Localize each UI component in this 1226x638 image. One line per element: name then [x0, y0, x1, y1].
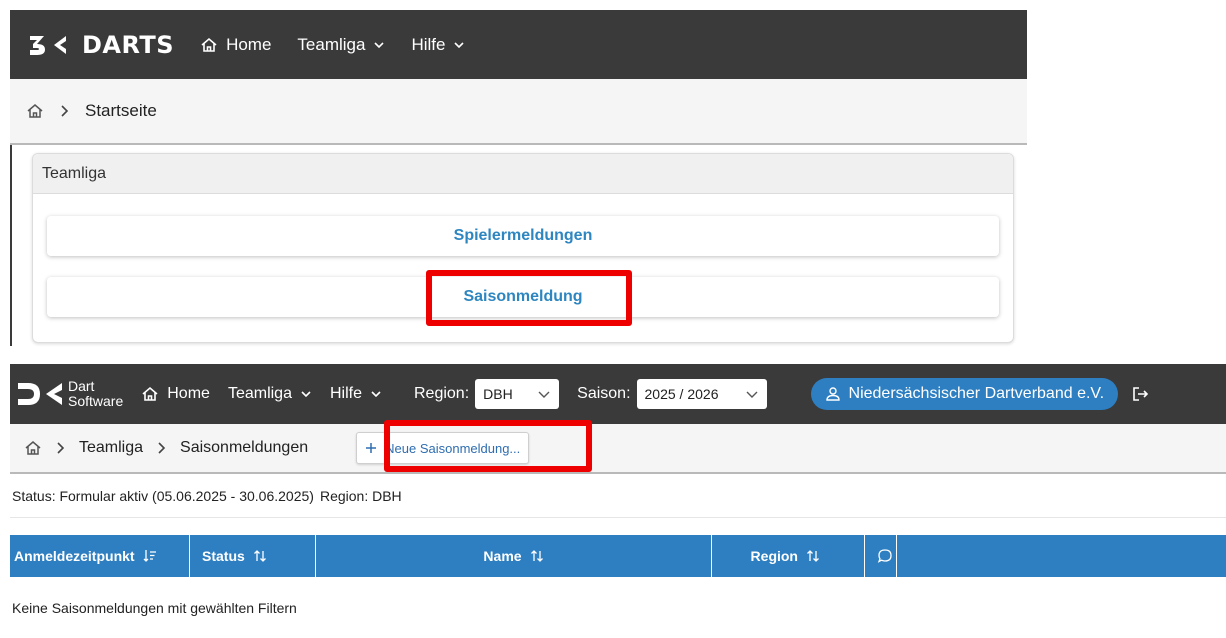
column-label: Status	[202, 548, 245, 564]
home-icon	[201, 37, 217, 52]
neue-saisonmeldung-label: Neue Saisonmeldung...	[385, 440, 521, 456]
region-select[interactable]: DBH	[475, 379, 560, 409]
spielermeldungen-button[interactable]: Spielermeldungen	[47, 216, 999, 256]
comment-icon	[877, 549, 892, 563]
nav-home-label: Home	[167, 385, 210, 402]
breadcrumb-current: Startseite	[85, 101, 157, 120]
nav-home[interactable]: Home	[141, 385, 210, 403]
nav-teamliga-label: Teamliga	[227, 385, 292, 402]
column-anmeldezeitpunkt[interactable]: Anmeldezeitpunkt	[10, 535, 190, 577]
nav-hilfe[interactable]: Hilfe	[411, 35, 465, 55]
sort-icon	[807, 550, 819, 562]
brand-logo[interactable]: Dart Software	[16, 379, 123, 409]
logo-text: Dart Software	[68, 379, 123, 409]
breadcrumb: Startseite	[10, 79, 1027, 145]
home-icon[interactable]	[26, 103, 44, 119]
status-text: Status: Formular aktiv (05.06.2025 - 30.…	[12, 487, 314, 504]
nav-hilfe[interactable]: Hilfe	[330, 385, 382, 403]
column-comment[interactable]	[865, 535, 897, 577]
column-region[interactable]: Region	[712, 535, 865, 577]
saison-select-value: 2025 / 2026	[644, 386, 719, 402]
home-icon	[142, 386, 158, 401]
breadcrumb: Teamliga Saisonmeldungen Neue Saisonmeld…	[10, 424, 1226, 474]
column-status[interactable]: Status	[190, 535, 316, 577]
plus-icon	[366, 443, 377, 453]
teamliga-card: Teamliga Spielermeldungen Saisonmeldung	[32, 153, 1014, 343]
neue-saisonmeldung-button[interactable]: Neue Saisonmeldung...	[356, 432, 530, 464]
sort-icon	[253, 550, 266, 562]
nav-teamliga[interactable]: Teamliga	[297, 35, 385, 55]
chevron-right-icon	[158, 442, 166, 454]
saisonmeldung-button[interactable]: Saisonmeldung	[47, 277, 999, 317]
sort-icon	[530, 550, 543, 562]
brand-name: DARTS	[82, 30, 175, 59]
user-name: Niedersächsischer Dartverband e.V.	[848, 385, 1105, 402]
region-label: Region:	[413, 385, 470, 402]
nav-home-label: Home	[226, 34, 272, 54]
chevron-down-icon	[374, 41, 385, 48]
card-title: Teamliga	[33, 154, 1013, 194]
home-icon[interactable]	[24, 440, 42, 456]
chevron-down-icon	[746, 391, 758, 398]
user-menu-button[interactable]: Niedersächsischer Dartverband e.V.	[810, 378, 1119, 410]
logo-line1: Dart	[68, 378, 95, 394]
screen-saisonmeldungen: Dart Software Home Teamliga Hilfe Region…	[10, 364, 1226, 638]
top-navbar: Dart Software Home Teamliga Hilfe Region…	[10, 364, 1226, 424]
logo-line2: Software	[68, 393, 124, 409]
chevron-down-icon	[538, 391, 550, 398]
table-header: Anmeldezeitpunkt Status Name Region	[10, 535, 1226, 577]
column-label: Anmeldezeitpunkt	[14, 548, 135, 564]
breadcrumb-teamliga[interactable]: Teamliga	[79, 439, 143, 457]
logout-icon[interactable]	[1132, 386, 1150, 402]
chevron-right-icon	[57, 442, 65, 454]
nav-teamliga-label: Teamliga	[297, 34, 366, 54]
chevron-down-icon	[371, 391, 381, 398]
breadcrumb-saisonmeldungen: Saisonmeldungen	[180, 439, 309, 456]
region-select-value: DBH	[483, 386, 513, 402]
chevron-down-icon	[301, 391, 311, 398]
user-icon	[825, 387, 840, 401]
screen-startseite: DARTS Home Teamliga Hilfe Startseite Tea…	[10, 10, 1027, 346]
status-region: Region: DBH	[319, 487, 402, 504]
column-label: Name	[483, 548, 522, 564]
brand-logo[interactable]: DARTS	[28, 31, 174, 59]
nav-hilfe-label: Hilfe	[411, 34, 446, 54]
dk-logo-icon	[18, 383, 62, 405]
saison-label: Saison:	[577, 385, 631, 402]
divider	[10, 145, 12, 346]
nav-hilfe-label: Hilfe	[329, 385, 362, 402]
empty-table-message: Keine Saisonmeldungen mit gewählten Filt…	[12, 600, 297, 616]
nav-home[interactable]: Home	[200, 35, 271, 55]
column-label: Region	[750, 548, 798, 564]
status-bar: Status: Formular aktiv (05.06.2025 - 30.…	[10, 474, 1226, 518]
3k-logo-icon	[30, 35, 66, 55]
column-filler	[897, 535, 1226, 577]
top-navbar: DARTS Home Teamliga Hilfe	[10, 10, 1027, 79]
sort-descending-icon	[143, 550, 156, 562]
saison-select[interactable]: 2025 / 2026	[636, 379, 767, 409]
nav-teamliga[interactable]: Teamliga	[228, 385, 312, 403]
column-name[interactable]: Name	[316, 535, 712, 577]
chevron-down-icon	[454, 41, 465, 48]
chevron-right-icon	[61, 105, 69, 117]
